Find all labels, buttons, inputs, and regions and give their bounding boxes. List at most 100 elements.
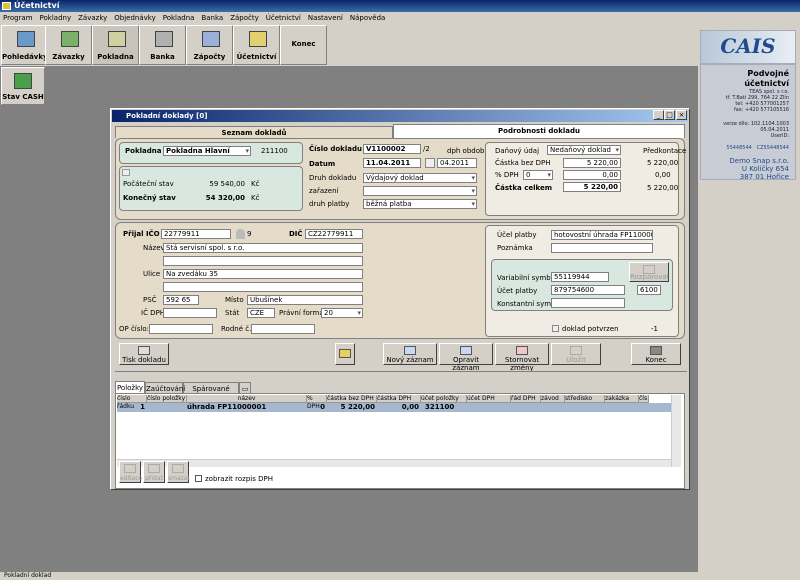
menu-zavazky[interactable]: Závazky xyxy=(75,14,111,22)
maximize-button[interactable]: □ xyxy=(664,110,675,120)
toolbar-banka-button[interactable]: Banka xyxy=(139,25,186,65)
partner-state-field[interactable]: CZE xyxy=(247,308,275,318)
menu-zapocty[interactable]: Zápočty xyxy=(227,14,263,22)
toolbar-pohledavky-button[interactable]: Pohledávky xyxy=(1,25,48,65)
grid-hscrollbar[interactable] xyxy=(117,459,671,467)
close-button[interactable]: × xyxy=(676,110,687,120)
info-panel: Podvojné účetnictví TEAS spol. s r.o. tř… xyxy=(700,64,796,181)
edit-record-button[interactable]: Opravit záznam xyxy=(439,343,493,372)
col-cislo-polozky[interactable]: číslo položky xyxy=(147,395,187,403)
pridat-button[interactable]: přidat xyxy=(143,461,165,483)
minimize-button[interactable]: _ xyxy=(653,110,664,120)
col-cis[interactable]: čís xyxy=(639,395,649,403)
partner-ico-field[interactable]: 22779911 xyxy=(161,229,231,239)
vat-period-field[interactable]: 04.2011 xyxy=(437,158,477,168)
tax-kind-select[interactable]: Nedaňový doklad xyxy=(547,145,621,155)
category-select[interactable] xyxy=(363,186,477,196)
date-label: Datum xyxy=(309,160,336,168)
toolbar-ucetnictvi-button[interactable]: Účetnictví xyxy=(233,25,280,65)
cash-documents-window: Pokladní doklady [0] _ □ × Seznam doklad… xyxy=(110,108,690,490)
partner-name2-field[interactable] xyxy=(163,256,363,266)
legal-form-select[interactable]: 20 xyxy=(321,308,363,318)
cell-ucet-dph xyxy=(467,403,511,412)
payment-type-label: druh platby xyxy=(309,200,350,208)
new-record-button[interactable]: Nový záznam xyxy=(383,343,437,365)
col-rad-dph[interactable]: řád DPH xyxy=(511,395,541,403)
company-logo: CAISCAIS Information System xyxy=(700,30,796,72)
stav-cash-button[interactable]: Stav CASH xyxy=(1,67,45,105)
toolbar-konec-button[interactable]: Konec xyxy=(280,25,327,65)
col-castka-bez-dph[interactable]: částka bez DPH xyxy=(327,395,377,403)
amount-total-field[interactable]: 5 220,00 xyxy=(563,182,621,192)
menu-pokladna[interactable]: Pokladna xyxy=(160,14,199,22)
partner-dic-field[interactable]: CZ22779911 xyxy=(305,229,363,239)
person-icon[interactable] xyxy=(236,229,245,239)
vat-amount-field[interactable]: 0,00 xyxy=(563,170,621,180)
partner-icdph-field[interactable] xyxy=(163,308,217,318)
date-field[interactable]: 11.04.2011 xyxy=(363,158,421,168)
printer-icon xyxy=(138,346,150,355)
col-zakazka[interactable]: zakázka xyxy=(605,395,639,403)
payment-type-select[interactable]: běžná platba xyxy=(363,199,477,209)
tab-podrobnosti-dokladu[interactable]: Podrobnosti dokladu xyxy=(393,124,685,138)
id-card-field[interactable] xyxy=(149,324,213,334)
doc-type-select[interactable]: Výdajový doklad xyxy=(363,173,477,183)
partner-street-field[interactable]: Na zvedáku 35 xyxy=(163,269,363,279)
tab-seznam-dokladu[interactable]: Seznam dokladů xyxy=(115,126,393,138)
cell-cislo-radku: 1 xyxy=(140,403,145,411)
id-button[interactable] xyxy=(335,343,355,365)
vat-rate-select[interactable]: 0 xyxy=(523,170,553,180)
table-row[interactable]: 1 úhrada FP11000001 0 5 220,00 0,00 3211… xyxy=(117,403,671,412)
smazat-button[interactable]: smazat xyxy=(167,461,190,483)
status-bar: Pokladní doklad xyxy=(0,572,800,580)
rozparovat-button[interactable]: Rozpárovat xyxy=(629,262,669,282)
confirmed-checkbox[interactable] xyxy=(552,325,559,332)
partner-count: 9 xyxy=(247,230,252,238)
constant-symbol-field[interactable] xyxy=(551,298,625,308)
menu-pohledavky[interactable]: Pokladny xyxy=(37,14,76,22)
doc-number-field[interactable]: V1100002 xyxy=(363,144,421,154)
id-card-label: OP číslo: xyxy=(119,325,149,333)
menu-program[interactable]: Program xyxy=(0,14,37,22)
menu-napoveda[interactable]: Nápověda xyxy=(347,14,389,22)
partner-city-field[interactable]: Ubušínek xyxy=(247,295,363,305)
print-button[interactable]: Tisk dokladu xyxy=(119,343,169,365)
editace-button[interactable]: editace xyxy=(119,461,142,483)
grid-scrollbar[interactable] xyxy=(671,395,681,467)
menu-ucetnictvi[interactable]: Účetnictví xyxy=(263,14,305,22)
birth-number-field[interactable] xyxy=(251,324,315,334)
cancel-changes-button[interactable]: Stornovat změny xyxy=(495,343,549,372)
menu-banka[interactable]: Banka xyxy=(198,14,227,22)
toolbar-zavazky-button[interactable]: Závazky xyxy=(45,25,92,65)
col-stredisko[interactable]: středisko xyxy=(565,395,605,403)
col-castka-dph[interactable]: částka DPH xyxy=(377,395,421,403)
konec-button[interactable]: Konec xyxy=(631,343,681,365)
partner-name-field[interactable]: Stá servisní spol. s r.o. xyxy=(163,243,363,253)
account-field[interactable]: 879754600 xyxy=(551,285,625,295)
col-ucet-polozky[interactable]: účet položky xyxy=(421,395,467,403)
vat-breakdown-checkbox[interactable] xyxy=(195,475,202,482)
partner-street2-field[interactable] xyxy=(163,282,363,292)
toolbar-pokladna-button[interactable]: Pokladna xyxy=(92,25,139,65)
col-zavod[interactable]: závod xyxy=(541,395,565,403)
purpose-field[interactable]: hotovostní úhrada FP11000001 xyxy=(551,230,653,240)
split-icon xyxy=(643,265,655,274)
pokladna-select[interactable]: Pokladna Hlavní xyxy=(163,146,251,156)
col-dph-pct[interactable]: % DPH xyxy=(307,395,327,410)
client-name: Demo Snap s.r.o. xyxy=(729,157,789,165)
bank-code-field[interactable]: 6100 xyxy=(637,285,661,295)
save-button[interactable]: Uložit xyxy=(551,343,601,365)
col-ucet-dph[interactable]: účet DPH xyxy=(467,395,511,403)
menu-nastaveni[interactable]: Nastavení xyxy=(305,14,347,22)
col-nazev[interactable]: název xyxy=(187,395,307,403)
note-field[interactable] xyxy=(551,243,653,253)
col-cislo-radku[interactable]: číslo řádku xyxy=(117,395,147,410)
toolbar-zapocty-button[interactable]: Zápočty xyxy=(186,25,233,65)
menu-objednavky[interactable]: Objednávky xyxy=(111,14,159,22)
variable-symbol-field[interactable]: 55119944 xyxy=(551,272,609,282)
tab-polozky[interactable]: Položky xyxy=(115,381,145,393)
partner-psc-field[interactable]: 592 65 xyxy=(163,295,199,305)
calendar-icon[interactable] xyxy=(425,158,435,168)
cell-cislo-polozky xyxy=(147,403,187,412)
amount-net-field[interactable]: 5 220,00 xyxy=(563,158,621,168)
